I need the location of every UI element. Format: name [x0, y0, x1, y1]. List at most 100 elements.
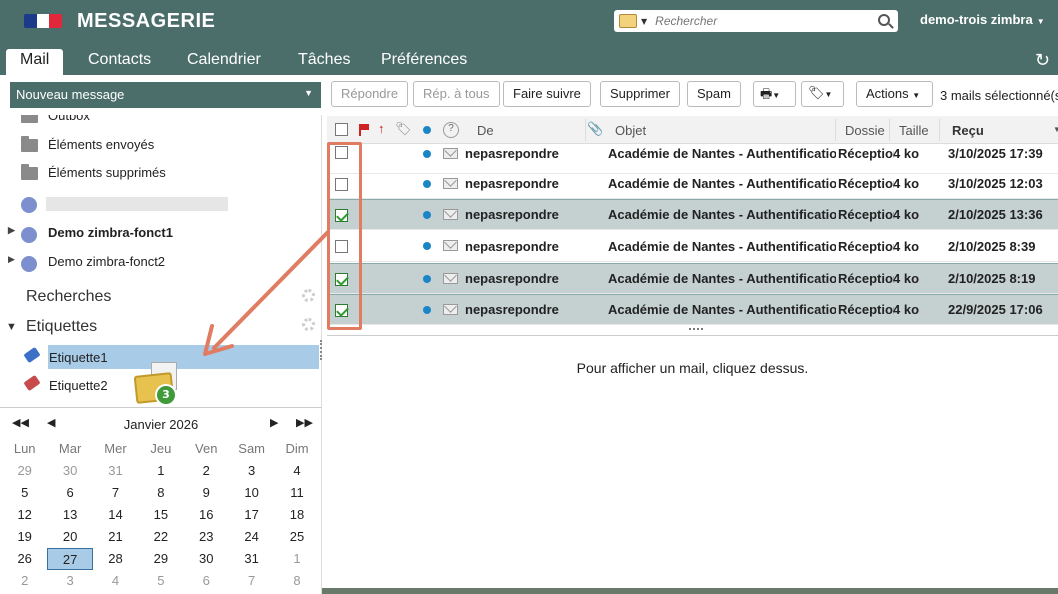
mailbox-demo-fonct2[interactable]: ▶ Demo zimbra-fonct2: [0, 254, 320, 276]
day-cell[interactable]: 29: [138, 548, 183, 570]
day-cell[interactable]: 18: [274, 504, 319, 526]
expand-arrow-icon[interactable]: ▶: [8, 254, 15, 265]
day-cell[interactable]: 1: [138, 460, 183, 482]
flag-column-icon[interactable]: [359, 124, 369, 136]
day-cell[interactable]: 22: [138, 526, 183, 548]
pane-splitter[interactable]: [327, 326, 1058, 336]
day-cell[interactable]: 2: [184, 460, 229, 482]
message-row-selected[interactable]: nepasrepondre Académie de Nantes - Authe…: [327, 263, 1058, 294]
day-cell[interactable]: 23: [184, 526, 229, 548]
search-box[interactable]: ▼: [614, 10, 898, 32]
day-cell[interactable]: 24: [229, 526, 274, 548]
attachment-column-icon[interactable]: 📎: [587, 121, 603, 137]
actions-button[interactable]: Actions ▼: [856, 81, 933, 107]
folder-shared-redacted[interactable]: [0, 195, 320, 217]
tab-tasks[interactable]: Tâches: [284, 49, 364, 75]
day-cell[interactable]: 9: [184, 482, 229, 504]
day-cell[interactable]: 6: [47, 482, 92, 504]
refresh-icon[interactable]: ↻: [1035, 50, 1050, 71]
day-cell-today[interactable]: 27: [47, 548, 93, 570]
folder-trash[interactable]: Éléments supprimés: [0, 164, 320, 187]
day-cell[interactable]: 19: [2, 526, 47, 548]
day-cell[interactable]: 5: [2, 482, 47, 504]
day-cell[interactable]: 8: [138, 482, 183, 504]
unread-column-icon[interactable]: [423, 126, 431, 134]
day-cell[interactable]: 11: [274, 482, 319, 504]
column-size[interactable]: Taille: [899, 123, 929, 138]
message-row[interactable]: nepasrepondre Académie de Nantes - Authe…: [327, 168, 1058, 199]
tags-header[interactable]: ▼ Etiquettes: [6, 318, 97, 336]
folder-outbox[interactable]: Outbox: [0, 115, 320, 130]
search-input[interactable]: [655, 14, 866, 28]
day-cell[interactable]: 5: [138, 570, 183, 592]
day-cell[interactable]: 8: [274, 570, 319, 592]
status-column-icon[interactable]: ?: [443, 122, 459, 138]
next-month-icon[interactable]: ▶: [270, 416, 278, 429]
day-cell[interactable]: 31: [93, 460, 138, 482]
searches-header[interactable]: Recherches: [26, 288, 111, 306]
day-cell[interactable]: 7: [93, 482, 138, 504]
day-cell[interactable]: 16: [184, 504, 229, 526]
sidebar-resize-handle[interactable]: [320, 340, 324, 360]
gear-icon[interactable]: [302, 318, 315, 331]
day-cell[interactable]: 30: [184, 548, 229, 570]
tab-mail[interactable]: Mail: [6, 49, 64, 75]
day-cell[interactable]: 29: [2, 460, 47, 482]
day-cell[interactable]: 4: [274, 460, 319, 482]
message-row[interactable]: nepasrepondre Académie de Nantes - Authe…: [327, 231, 1058, 262]
column-received[interactable]: Reçu: [952, 123, 984, 138]
day-cell[interactable]: 15: [138, 504, 183, 526]
day-cell[interactable]: 28: [93, 548, 138, 570]
day-cell[interactable]: 25: [274, 526, 319, 548]
message-row-selected[interactable]: nepasrepondre Académie de Nantes - Authe…: [327, 199, 1058, 230]
day-cell[interactable]: 20: [47, 526, 92, 548]
message-row-selected[interactable]: nepasrepondre Académie de Nantes - Authe…: [327, 294, 1058, 325]
user-menu[interactable]: demo-trois zimbra ▼: [920, 12, 1045, 27]
sort-desc-icon[interactable]: ▼: [1053, 125, 1058, 134]
day-cell[interactable]: 10: [229, 482, 274, 504]
tab-calendar[interactable]: Calendrier: [173, 49, 275, 75]
next-year-icon[interactable]: ▶▶: [296, 416, 313, 429]
spam-button[interactable]: Spam: [687, 81, 741, 107]
day-cell[interactable]: 3: [229, 460, 274, 482]
unread-dot-icon[interactable]: [423, 306, 431, 314]
unread-dot-icon[interactable]: [423, 242, 431, 250]
tab-contacts[interactable]: Contacts: [74, 49, 165, 75]
chevron-down-icon[interactable]: ▼: [304, 88, 313, 98]
unread-dot-icon[interactable]: [423, 275, 431, 283]
day-cell[interactable]: 30: [47, 460, 92, 482]
day-cell[interactable]: 2: [2, 570, 47, 592]
day-cell[interactable]: 21: [93, 526, 138, 548]
unread-dot-icon[interactable]: [423, 150, 431, 158]
day-cell[interactable]: 6: [184, 570, 229, 592]
print-button[interactable]: 🖶▼: [753, 81, 796, 107]
day-cell[interactable]: 17: [229, 504, 274, 526]
chevron-down-icon[interactable]: ▼: [641, 17, 647, 26]
day-cell[interactable]: 14: [93, 504, 138, 526]
reply-button[interactable]: Répondre: [331, 81, 409, 107]
gear-icon[interactable]: [302, 289, 315, 302]
expand-arrow-icon[interactable]: ▶: [8, 225, 15, 236]
column-subject[interactable]: Objet: [615, 123, 646, 138]
search-icon[interactable]: [878, 14, 890, 26]
day-cell[interactable]: 7: [229, 570, 274, 592]
forward-button[interactable]: Faire suivre: [503, 81, 591, 107]
column-folder[interactable]: Dossie: [845, 123, 885, 138]
unread-dot-icon[interactable]: [423, 180, 431, 188]
delete-button[interactable]: Supprimer: [600, 81, 680, 107]
day-cell[interactable]: 12: [2, 504, 47, 526]
unread-dot-icon[interactable]: [423, 211, 431, 219]
day-cell[interactable]: 13: [47, 504, 92, 526]
day-cell[interactable]: 26: [2, 548, 47, 570]
tag-button[interactable]: 🏷▼: [801, 81, 844, 107]
reply-all-button[interactable]: Rép. à tous: [413, 81, 500, 107]
day-cell[interactable]: 4: [93, 570, 138, 592]
splitter-grip-icon[interactable]: [689, 328, 703, 331]
day-cell[interactable]: 1: [274, 548, 319, 570]
priority-column-icon[interactable]: ↑: [378, 121, 385, 136]
column-from[interactable]: De: [477, 123, 494, 138]
tab-preferences[interactable]: Préférences: [367, 49, 481, 75]
search-type-icon[interactable]: [619, 14, 637, 28]
day-cell[interactable]: 3: [47, 570, 92, 592]
day-cell[interactable]: 31: [229, 548, 274, 570]
